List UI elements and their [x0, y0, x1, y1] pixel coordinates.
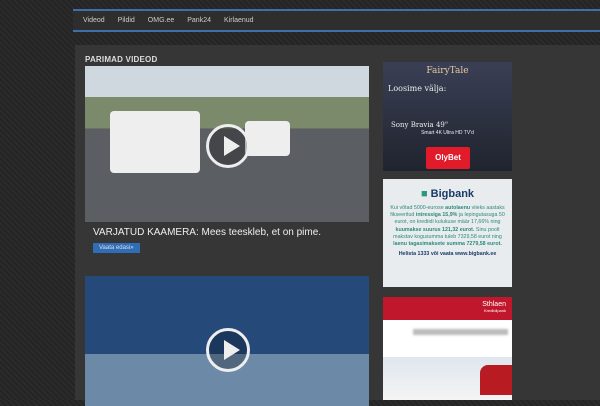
- video-title[interactable]: VARJATUD KAAMERA: Mees teeskleb, et on p…: [93, 227, 321, 238]
- bigbank-b-icon: ■: [420, 188, 431, 200]
- ad-text: Kui võtad 5000-eurose autolaenu viieks a…: [390, 205, 505, 248]
- car-image: [383, 357, 512, 400]
- video-thumbnail-2[interactable]: [85, 276, 369, 406]
- olybet-logo: OlyBet: [426, 147, 470, 169]
- video-thumbnail-1[interactable]: [85, 66, 369, 222]
- brand-name: Bigbank: [430, 188, 475, 200]
- blurred-text: [413, 329, 508, 335]
- nav-kirlaenud[interactable]: Kirlaenud: [224, 17, 254, 24]
- ad-text: Loosime välja:: [388, 84, 447, 93]
- car-image: [110, 111, 200, 173]
- bigbank-ad[interactable]: ■ Bigbank Kui võtad 5000-eurose autolaen…: [383, 179, 512, 287]
- ad-logo: FairyTale: [426, 66, 469, 76]
- tail-light: [480, 365, 512, 395]
- nav-omg[interactable]: OMG.ee: [148, 17, 174, 24]
- nav-videod[interactable]: Videod: [83, 17, 105, 24]
- ad-footer: Helista 1333 või vaata www.bigbank.ee: [398, 251, 497, 258]
- bigbank-logo: ■ Bigbank: [389, 187, 506, 201]
- top-nav: Videod Pildid OMG.ee Pank24 Kirlaenud: [73, 9, 600, 32]
- olybet-ad[interactable]: FairyTale Loosime välja: Sony Bravia 49"…: [383, 62, 512, 171]
- section-heading: PARIMAD VIDEOD: [85, 55, 158, 64]
- play-icon[interactable]: [206, 328, 250, 372]
- ad-text: Smart 4K Ultra HD TV'd: [421, 130, 474, 136]
- sthlaen-ad[interactable]: Sthlaen Krediidipank: [383, 297, 512, 400]
- content-panel: PARIMAD VIDEOD VARJATUD KAAMERA: Mees te…: [75, 45, 600, 406]
- ad-header: Sthlaen Krediidipank: [383, 297, 512, 320]
- ad-sub: Krediidipank: [483, 308, 506, 313]
- nav-pildid[interactable]: Pildid: [118, 17, 135, 24]
- ad-brand: Sthlaen: [482, 301, 506, 308]
- read-more-button[interactable]: Vaata edasi»: [93, 243, 140, 253]
- nav-pank24[interactable]: Pank24: [187, 17, 211, 24]
- car-image: [245, 121, 290, 156]
- ad-text: Sony Bravia 49": [391, 121, 449, 129]
- play-icon[interactable]: [206, 124, 250, 168]
